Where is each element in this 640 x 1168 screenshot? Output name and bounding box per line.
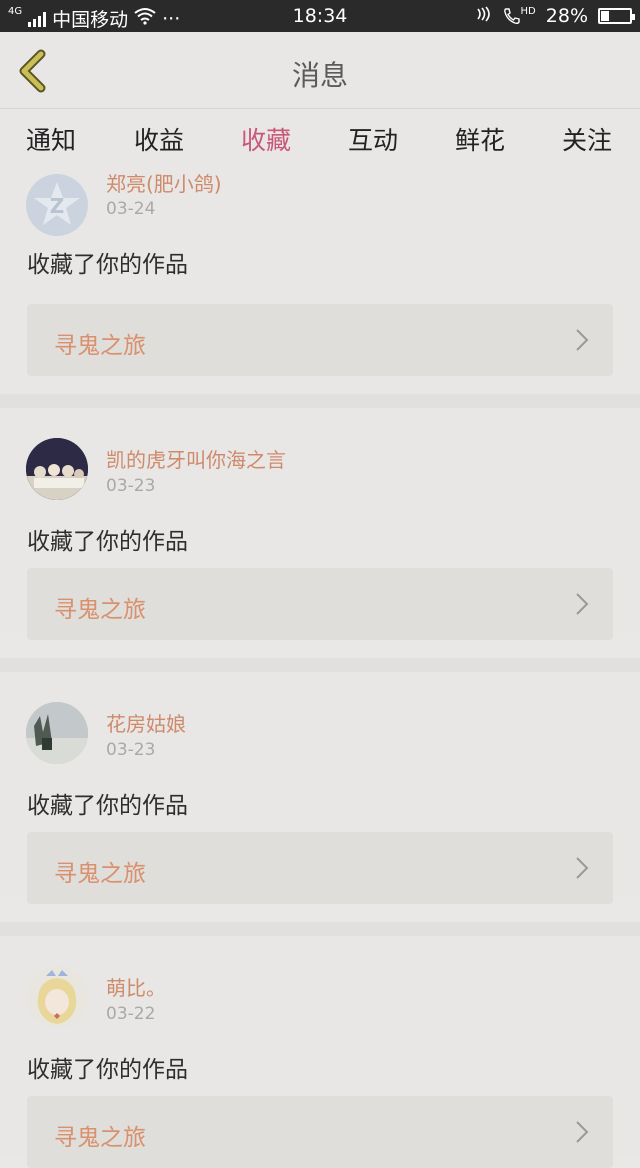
work-link[interactable]: 寻鬼之旅 (27, 568, 613, 640)
list-item: Z 郑亮(肥小鸽) 03-24 收藏了你的作品 寻鬼之旅 (0, 156, 640, 394)
timestamp: 03-23 (106, 740, 156, 760)
landscape-photo-avatar-icon (26, 702, 88, 764)
default-star-avatar-icon: Z (26, 174, 88, 236)
status-bar: 4G 中国移动 ··· 18:34 HD 28% (0, 0, 640, 32)
work-link[interactable]: 寻鬼之旅 (27, 832, 613, 904)
activity-text: 收藏了你的作品 (27, 252, 188, 278)
group-photo-avatar-icon (26, 438, 88, 500)
list-item: 凯的虎牙叫你海之言 03-23 收藏了你的作品 寻鬼之旅 (0, 408, 640, 640)
divider (0, 394, 640, 408)
tab-following[interactable]: 关注 (562, 121, 612, 157)
work-title: 寻鬼之旅 (54, 333, 146, 359)
tab-favorites[interactable]: 收藏 (241, 121, 291, 157)
activity-text: 收藏了你的作品 (27, 793, 188, 819)
nav-bar: 消息 (0, 32, 640, 109)
timestamp: 03-23 (106, 476, 156, 496)
battery-percent: 28% (545, 5, 588, 27)
list-item: 萌比。 03-22 收藏了你的作品 寻鬼之旅 (0, 936, 640, 1168)
anime-girl-avatar-icon (26, 966, 88, 1028)
tab-interactions[interactable]: 互动 (348, 121, 398, 157)
username[interactable]: 萌比。 (106, 972, 166, 1001)
username[interactable]: 花房姑娘 (106, 708, 186, 737)
activity-text: 收藏了你的作品 (27, 529, 188, 555)
work-link[interactable]: 寻鬼之旅 (27, 304, 613, 376)
chevron-right-icon (576, 857, 589, 879)
avatar[interactable] (26, 966, 88, 1028)
tab-flowers[interactable]: 鲜花 (455, 121, 505, 157)
avatar[interactable] (26, 438, 88, 500)
avatar[interactable]: Z (26, 174, 88, 236)
svg-text:Z: Z (50, 194, 65, 218)
battery-icon (598, 8, 635, 24)
activity-text: 收藏了你的作品 (27, 1057, 188, 1083)
work-title: 寻鬼之旅 (54, 1125, 146, 1151)
tab-notifications[interactable]: 通知 (26, 121, 76, 157)
hd-call-icon: HD (503, 7, 536, 25)
chevron-right-icon (576, 1121, 589, 1143)
list-item: 花房姑娘 03-23 收藏了你的作品 寻鬼之旅 (0, 672, 640, 904)
chevron-right-icon (576, 593, 589, 615)
work-title: 寻鬼之旅 (54, 597, 146, 623)
divider (0, 922, 640, 936)
chevron-right-icon (576, 329, 589, 351)
page-title: 消息 (291, 59, 348, 92)
tab-earnings[interactable]: 收益 (134, 121, 184, 157)
work-link[interactable]: 寻鬼之旅 (27, 1096, 613, 1168)
hd-label: HD (520, 6, 536, 17)
username[interactable]: 郑亮(肥小鸽) (106, 168, 222, 197)
timestamp: 03-22 (106, 1004, 156, 1024)
timestamp: 03-24 (106, 199, 156, 219)
avatar[interactable] (26, 702, 88, 764)
username[interactable]: 凯的虎牙叫你海之言 (106, 444, 286, 473)
work-title: 寻鬼之旅 (54, 861, 146, 887)
nfc-icon (475, 5, 493, 27)
divider (0, 658, 640, 672)
